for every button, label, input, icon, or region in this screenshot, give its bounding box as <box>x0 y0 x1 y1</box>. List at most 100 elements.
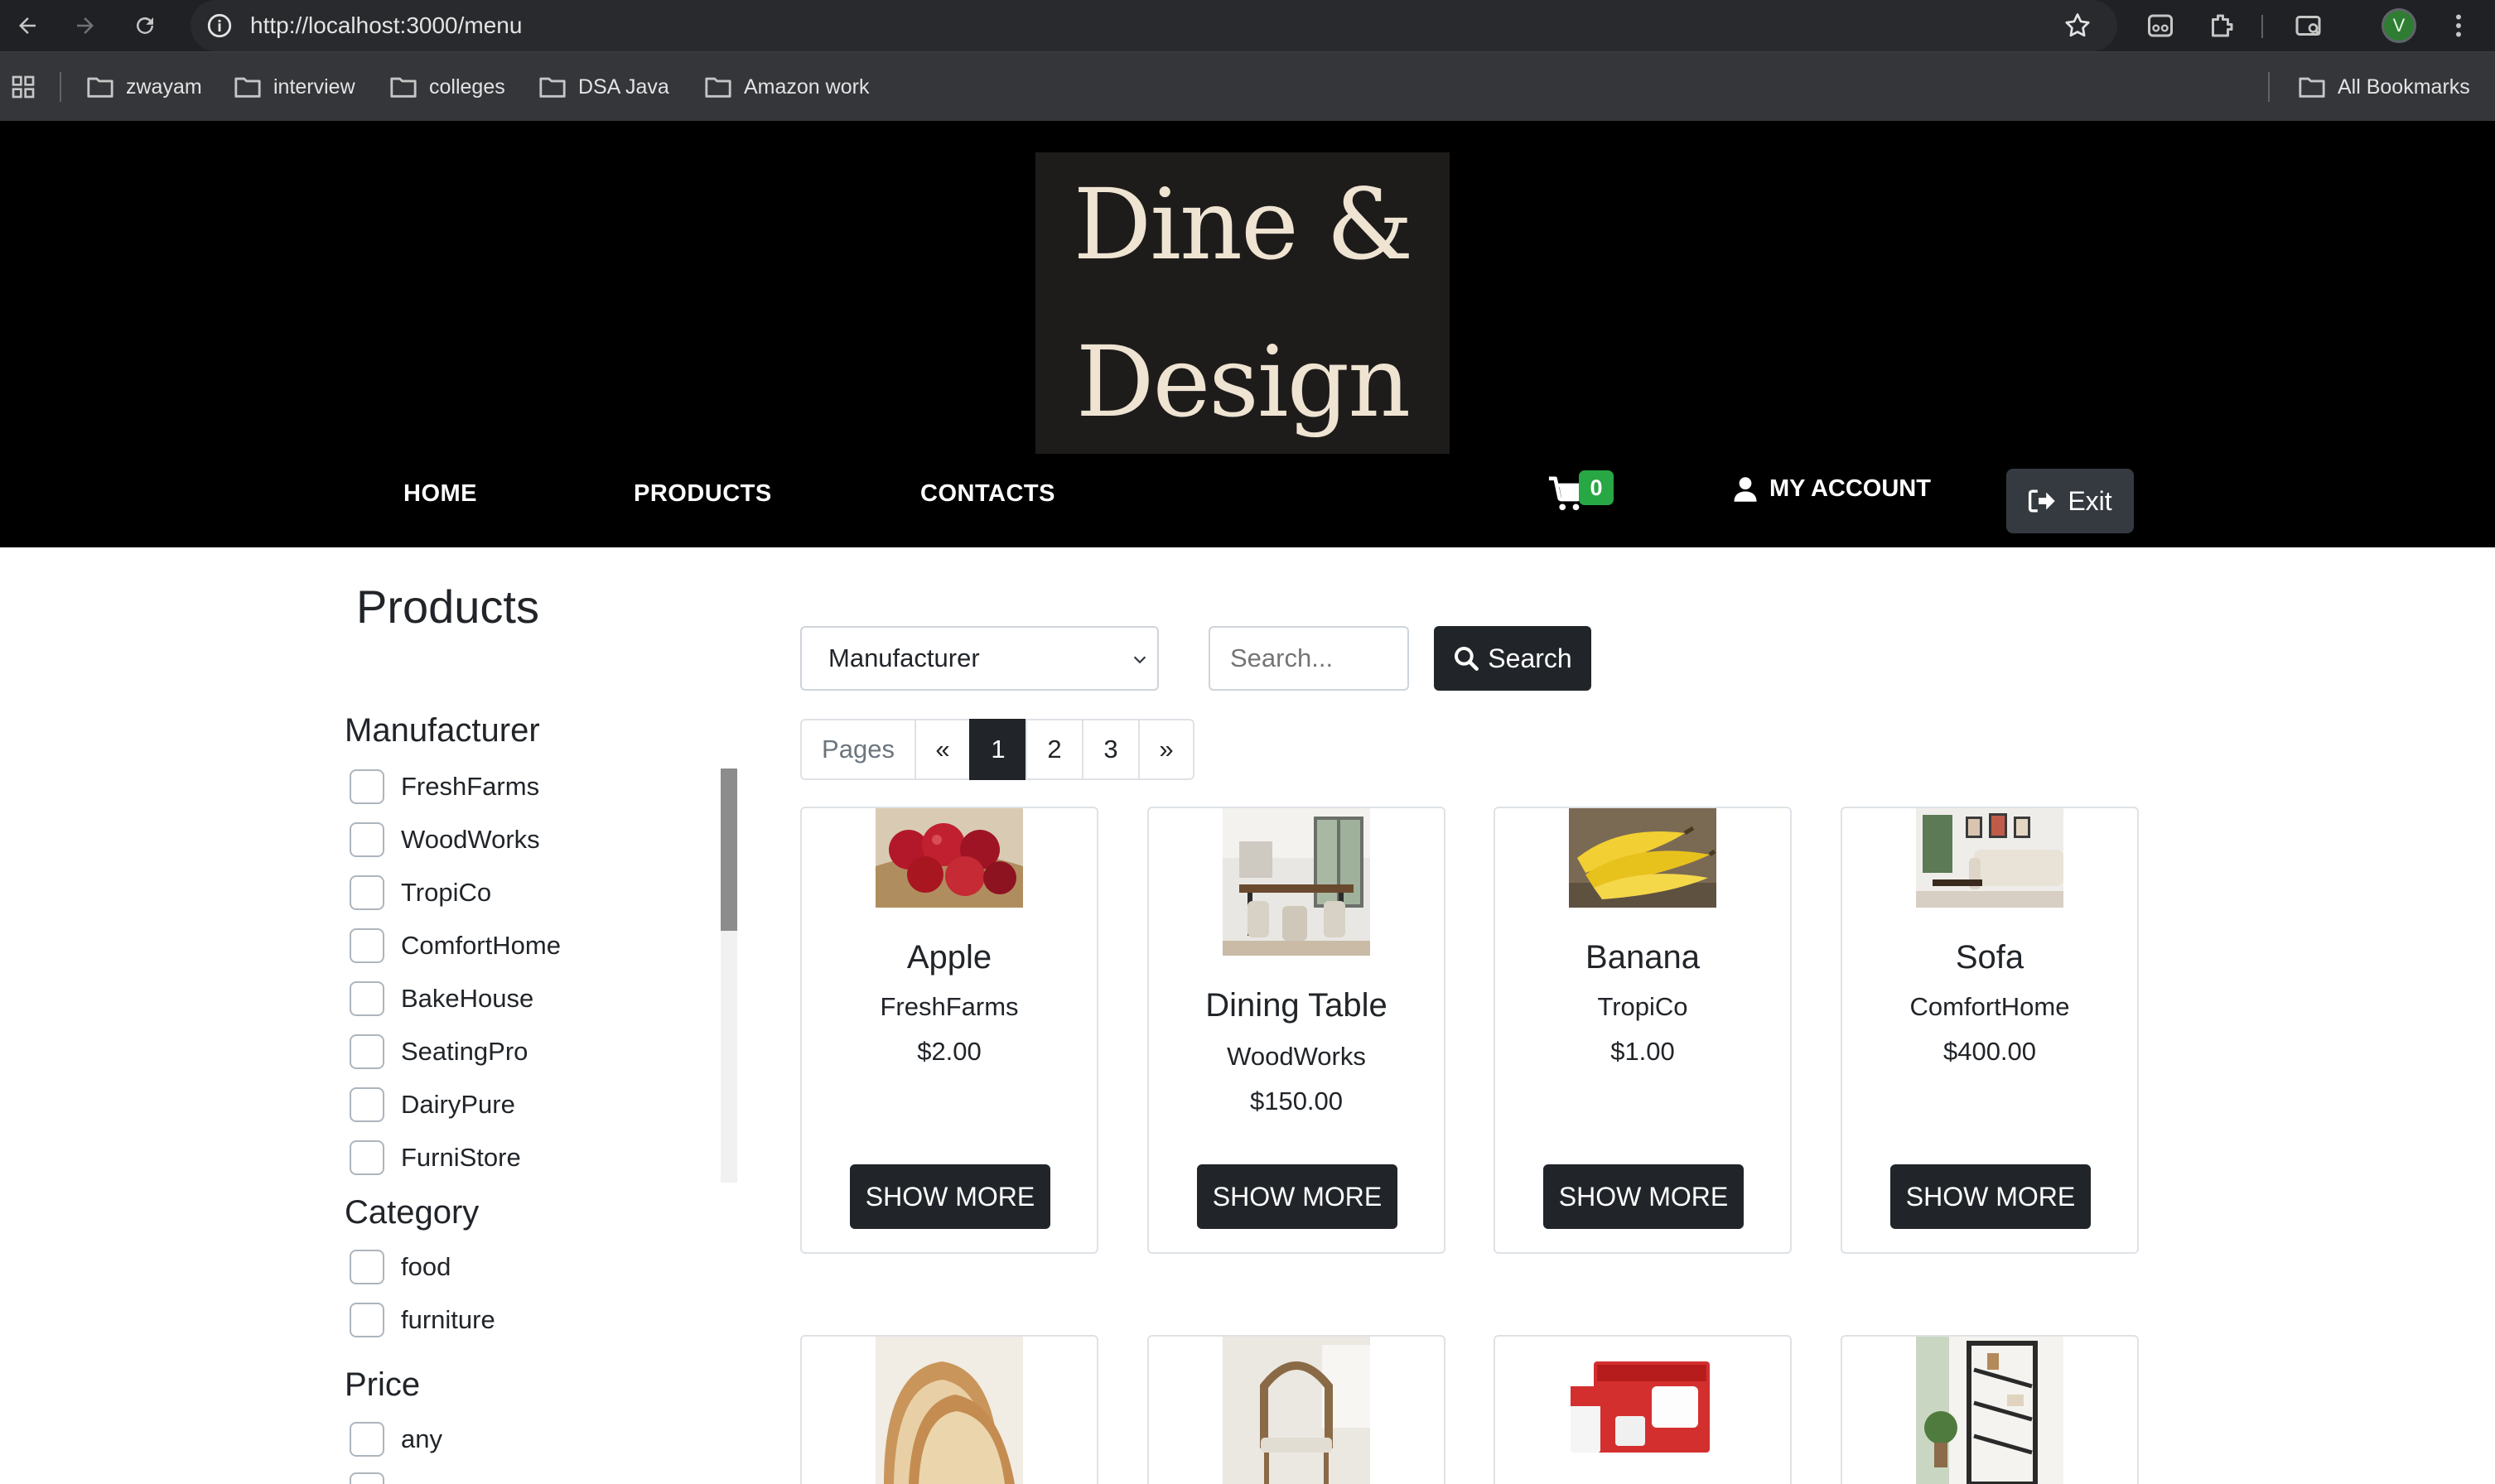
option-label: FreshFarms <box>401 772 540 801</box>
product-manufacturer: ComfortHome <box>1909 992 2070 1021</box>
bookmark-star-icon[interactable] <box>2063 11 2092 41</box>
category-option[interactable]: food <box>350 1247 451 1287</box>
product-image[interactable] <box>1569 1337 1716 1484</box>
product-image[interactable] <box>1569 808 1716 908</box>
product-manufacturer: WoodWorks <box>1227 1042 1366 1071</box>
my-account-link[interactable]: MY ACCOUNT <box>1733 475 1931 503</box>
manufacturer-option[interactable]: TropiCo <box>350 873 491 913</box>
manufacturer-option[interactable]: WoodWorks <box>350 820 540 860</box>
folder-icon <box>87 77 113 98</box>
brand-line-2: Design <box>1075 325 1411 439</box>
checkbox[interactable] <box>350 928 384 963</box>
checkbox[interactable] <box>350 769 384 804</box>
bookmark-label: colleges <box>429 75 505 99</box>
incognito-extension-icon[interactable] <box>2144 9 2177 42</box>
bookmark-folder[interactable]: colleges <box>389 52 505 122</box>
product-image[interactable] <box>876 1337 1023 1484</box>
folder-icon <box>2299 77 2325 98</box>
product-card <box>1494 1335 1792 1484</box>
product-price: $2.00 <box>917 1037 982 1066</box>
manufacturer-option[interactable]: SeatingPro <box>350 1032 528 1072</box>
search-button[interactable]: Search <box>1434 626 1591 691</box>
manufacturer-scrollbar-thumb[interactable] <box>721 768 737 931</box>
page-1-button[interactable]: 1 <box>969 719 1027 780</box>
manufacturer-option[interactable]: DairyPure <box>350 1085 515 1125</box>
option-label: WoodWorks <box>401 825 540 854</box>
search-input[interactable] <box>1209 626 1409 691</box>
bookmark-label: DSA Java <box>578 75 669 99</box>
forward-arrow-icon[interactable] <box>65 5 106 46</box>
manufacturer-option[interactable]: FurniStore <box>350 1138 521 1178</box>
bookmark-label: interview <box>273 75 355 99</box>
manufacturer-option[interactable]: ComfortHome <box>350 926 561 966</box>
product-name: Apple <box>906 939 992 976</box>
product-image[interactable] <box>1916 808 2063 908</box>
checkbox[interactable] <box>350 1472 384 1484</box>
product-name: Banana <box>1585 939 1700 976</box>
nav-home-link[interactable]: HOME <box>403 480 477 508</box>
product-image[interactable] <box>1916 1337 2063 1484</box>
category-option[interactable]: furniture <box>350 1300 495 1340</box>
bookmarks-bar: zwayam interview colleges DSA Java Amazo… <box>0 51 2495 121</box>
page-3-button[interactable]: 3 <box>1082 719 1140 780</box>
category-filter-heading: Category <box>345 1194 480 1231</box>
manufacturer-option[interactable]: BakeHouse <box>350 979 533 1019</box>
nav-products-link[interactable]: PRODUCTS <box>634 480 772 508</box>
manufacturer-option[interactable]: FreshFarms <box>350 767 539 807</box>
checkbox[interactable] <box>350 822 384 857</box>
option-label: any <box>401 1424 442 1453</box>
show-more-button[interactable]: SHOW MORE <box>1543 1164 1744 1229</box>
chevron-down-icon <box>1133 656 1146 664</box>
checkbox[interactable] <box>350 1140 384 1175</box>
folder-icon <box>234 77 261 98</box>
product-image[interactable] <box>1223 808 1370 956</box>
product-card <box>1147 1335 1445 1484</box>
product-image[interactable] <box>1223 1337 1370 1484</box>
show-more-button[interactable]: SHOW MORE <box>850 1164 1050 1229</box>
brand-logo[interactable]: Dine & Design <box>1035 152 1450 454</box>
more-menu-icon[interactable] <box>2442 9 2475 42</box>
site-info-icon[interactable] <box>205 12 234 40</box>
show-more-button[interactable]: SHOW MORE <box>1890 1164 2091 1229</box>
address-bar[interactable]: http://localhost:3000/menu <box>191 0 2117 51</box>
next-page-button[interactable]: » <box>1138 719 1194 780</box>
price-option[interactable]: any <box>350 1419 442 1459</box>
product-image[interactable] <box>876 808 1023 908</box>
checkbox[interactable] <box>350 1250 384 1284</box>
toolbar-divider <box>2261 15 2263 38</box>
checkbox[interactable] <box>350 875 384 910</box>
user-icon <box>1734 476 1757 502</box>
all-bookmarks-folder[interactable]: All Bookmarks <box>2298 52 2470 122</box>
reload-icon[interactable] <box>124 5 166 46</box>
folder-icon <box>705 77 731 98</box>
profile-avatar[interactable]: V <box>2382 8 2416 43</box>
extensions-puzzle-icon[interactable] <box>2205 9 2238 42</box>
checkbox[interactable] <box>350 1034 384 1069</box>
checkbox[interactable] <box>350 1303 384 1337</box>
previous-page-button[interactable]: « <box>915 719 971 780</box>
option-label: ComfortHome <box>401 931 561 960</box>
tab-search-icon[interactable] <box>2293 9 2326 42</box>
checkbox[interactable] <box>350 1087 384 1122</box>
select-value: Manufacturer <box>828 643 980 672</box>
product-price: $400.00 <box>1942 1037 2037 1066</box>
nav-contacts-link[interactable]: CONTACTS <box>920 480 1055 508</box>
url-text[interactable]: http://localhost:3000/menu <box>250 0 522 51</box>
product-card <box>1841 1335 2139 1484</box>
apps-grid-icon[interactable] <box>10 52 48 122</box>
manufacturer-select[interactable]: Manufacturer <box>800 626 1159 691</box>
bookmark-folder[interactable]: Amazon work <box>704 52 869 122</box>
bookmark-folder[interactable]: DSA Java <box>538 52 669 122</box>
option-label: BakeHouse <box>401 984 534 1013</box>
page-2-button[interactable]: 2 <box>1026 719 1083 780</box>
product-manufacturer: TropiCo <box>1597 992 1688 1021</box>
bookmark-folder[interactable]: zwayam <box>86 52 202 122</box>
exit-button[interactable]: Exit <box>2006 469 2134 533</box>
checkbox[interactable] <box>350 1422 384 1457</box>
show-more-button[interactable]: SHOW MORE <box>1197 1164 1397 1229</box>
checkbox[interactable] <box>350 981 384 1016</box>
cart-count-badge: 0 <box>1579 470 1614 505</box>
bookmarks-divider <box>60 72 61 102</box>
bookmark-folder[interactable]: interview <box>234 52 355 122</box>
back-arrow-icon[interactable] <box>7 5 48 46</box>
